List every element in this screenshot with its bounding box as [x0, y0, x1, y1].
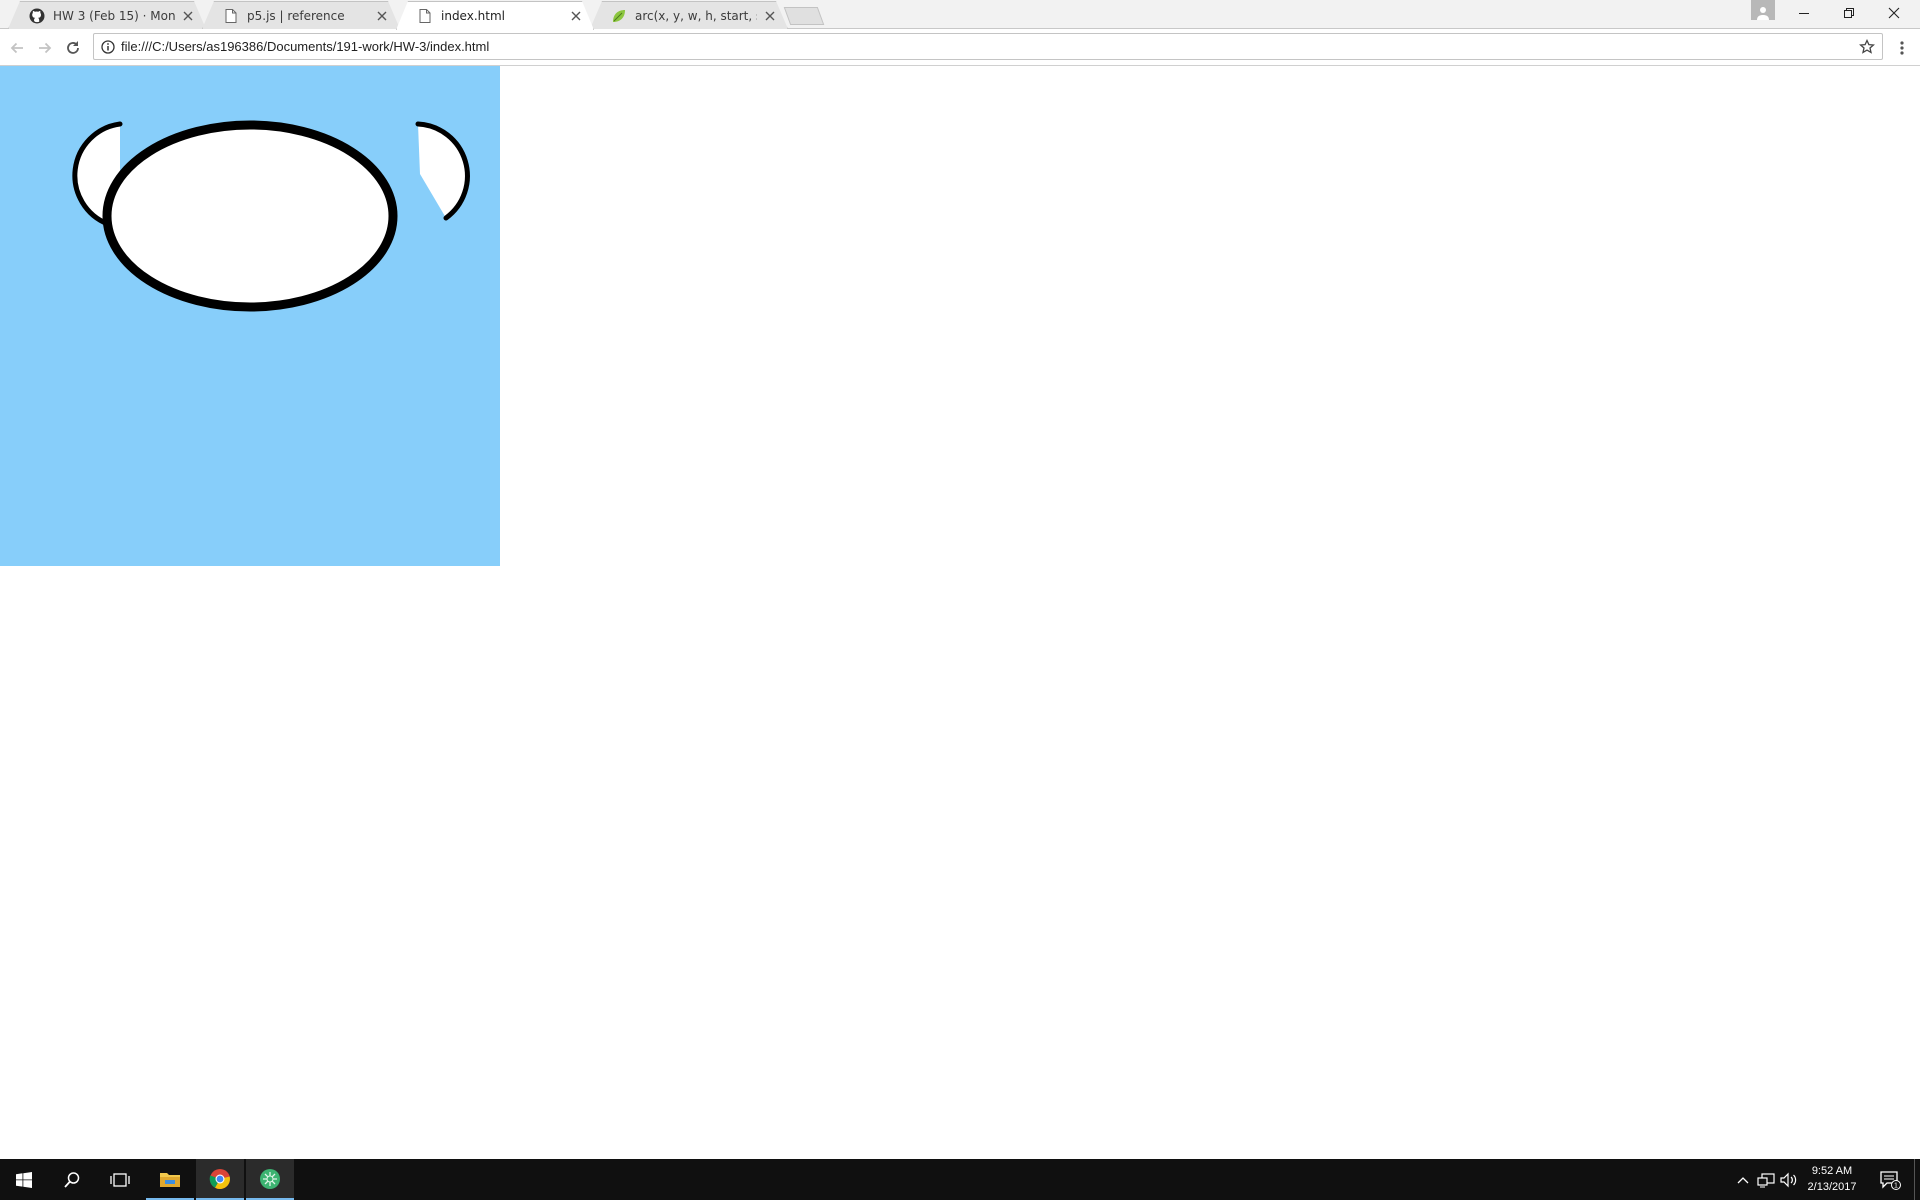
task-view-icon[interactable] [96, 1159, 144, 1200]
windows-start-icon[interactable] [0, 1159, 48, 1200]
reload-button[interactable] [61, 36, 85, 60]
bookmark-star-icon[interactable] [1858, 38, 1876, 56]
taskbar: 9:52 AM 2/13/2017 1 [0, 1159, 1920, 1200]
action-center-icon[interactable]: 1 [1870, 1159, 1910, 1200]
close-tab-icon[interactable] [763, 9, 777, 23]
tab-github-hw3[interactable]: HW 3 (Feb 15) · Montana [8, 1, 206, 29]
notification-count: 1 [1894, 1182, 1898, 1189]
search-icon[interactable] [48, 1159, 96, 1200]
close-tab-icon[interactable] [181, 9, 195, 23]
tab-title: p5.js | reference [247, 8, 345, 23]
address-bar[interactable]: file:///C:/Users/as196386/Documents/191-… [93, 33, 1883, 60]
tab-title: index.html [441, 9, 505, 23]
tab-title: arc(x, y, w, h, start, stop) · [635, 8, 753, 23]
show-desktop-button[interactable] [1914, 1159, 1920, 1200]
tab-arc-reference[interactable]: arc(x, y, w, h, start, stop) · [590, 1, 788, 29]
close-tab-icon[interactable] [375, 9, 389, 23]
new-tab-button[interactable] [783, 7, 825, 25]
url-text: file:///C:/Users/as196386/Documents/191-… [121, 39, 490, 54]
clock-date: 2/13/2017 [1807, 1181, 1857, 1193]
minimize-icon[interactable] [1781, 0, 1827, 26]
tab-index-html[interactable]: index.html [396, 1, 594, 30]
tab-strip: HW 3 (Feb 15) · Montana p5.js | referenc… [0, 0, 1920, 29]
leaf-icon [611, 8, 627, 24]
file-explorer-icon[interactable] [146, 1159, 194, 1200]
close-tab-icon[interactable] [569, 9, 583, 23]
forward-button[interactable] [33, 36, 57, 60]
restore-icon[interactable] [1826, 0, 1872, 26]
chrome-icon[interactable] [196, 1159, 244, 1200]
p5-editor-icon[interactable] [246, 1159, 294, 1200]
profile-icon[interactable] [1751, 0, 1775, 20]
canvas-drawing [72, 120, 470, 312]
page-viewport [0, 66, 1920, 1159]
info-icon[interactable] [100, 39, 116, 55]
close-icon[interactable] [1871, 0, 1917, 26]
p5-canvas[interactable] [0, 66, 500, 566]
page-icon [417, 8, 433, 24]
volume-icon[interactable] [1779, 1170, 1799, 1190]
tab-p5js-reference[interactable]: p5.js | reference [202, 1, 400, 29]
github-icon [29, 8, 45, 24]
browser-menu-icon[interactable] [1892, 36, 1912, 60]
chevron-up-icon[interactable] [1733, 1170, 1753, 1190]
network-icon[interactable] [1756, 1170, 1776, 1190]
tab-title: HW 3 (Feb 15) · Montana [53, 8, 175, 23]
head-ellipse [102, 120, 398, 312]
taskbar-clock[interactable]: 9:52 AM 2/13/2017 [1803, 1163, 1861, 1195]
back-button[interactable] [5, 36, 29, 60]
browser-toolbar: file:///C:/Users/as196386/Documents/191-… [0, 29, 1920, 66]
clock-time: 9:52 AM [1811, 1165, 1853, 1177]
page-icon [223, 8, 239, 24]
